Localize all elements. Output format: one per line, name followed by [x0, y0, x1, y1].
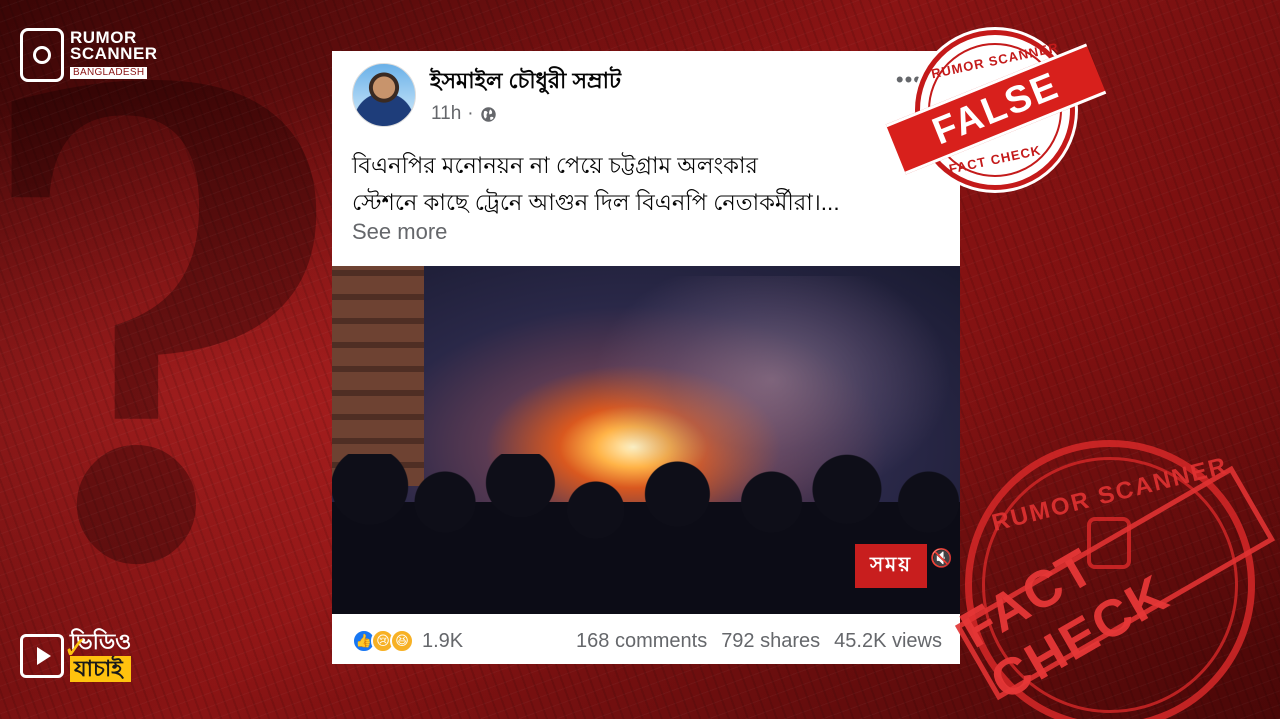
post-stats: 👍 😢 😆 1.9K 168 comments 792 shares 45.2K…	[352, 626, 942, 656]
caption-line-2: স্টেশনে কাছে ট্রেনে আগুন দিল বিএনপি নেতা…	[352, 190, 840, 215]
globe-icon	[480, 106, 496, 122]
video-crowd	[332, 454, 960, 614]
reactions-group[interactable]: 👍 😢 😆	[352, 629, 414, 653]
video-building	[332, 266, 424, 486]
video-jachai-logo: ✓ ভিডিও যাচাই	[20, 630, 132, 682]
brand-line2: SCANNER	[70, 44, 158, 63]
post-meta: 11h ·	[431, 103, 497, 125]
stats-right: 168 comments 792 shares 45.2K views	[576, 630, 942, 653]
speaker-muted-icon[interactable]: 🔇	[930, 548, 952, 569]
video-channel-watermark: সময়	[855, 544, 927, 588]
caption-line-1: বিএনপির মনোনয়ন না পেয়ে চট্টগ্রাম অলংকা…	[352, 153, 758, 178]
post-video[interactable]: সময় 🔇	[332, 266, 960, 614]
share-count[interactable]: 792 shares	[721, 630, 820, 653]
rumor-scanner-logo: RUMOR SCANNER BANGLADESH	[20, 28, 158, 82]
post-caption: বিএনপির মনোনয়ন না পেয়ে চট্টগ্রাম অলংকা…	[352, 147, 942, 221]
brand-sub: BANGLADESH	[70, 67, 148, 79]
comment-count[interactable]: 168 comments	[576, 630, 707, 653]
meta-separator: ·	[467, 103, 474, 124]
author-avatar[interactable]	[352, 63, 416, 127]
post-author[interactable]: ইসমাইল চৌধুরী সম্রাট	[430, 64, 621, 101]
haha-reaction-icon: 😆	[390, 629, 414, 653]
post-time[interactable]: 11h	[431, 103, 461, 125]
see-more-link[interactable]: See more	[352, 219, 447, 245]
reaction-count[interactable]: 1.9K	[422, 630, 463, 653]
checkmark-icon: ✓	[63, 632, 89, 665]
facebook-post-card: ইসমাইল চৌধুরী সম্রাট 11h · ••• বিএনপির ম…	[332, 51, 960, 664]
video-play-icon: ✓	[20, 632, 88, 678]
view-count: 45.2K views	[834, 629, 942, 652]
phone-search-icon	[20, 28, 64, 82]
